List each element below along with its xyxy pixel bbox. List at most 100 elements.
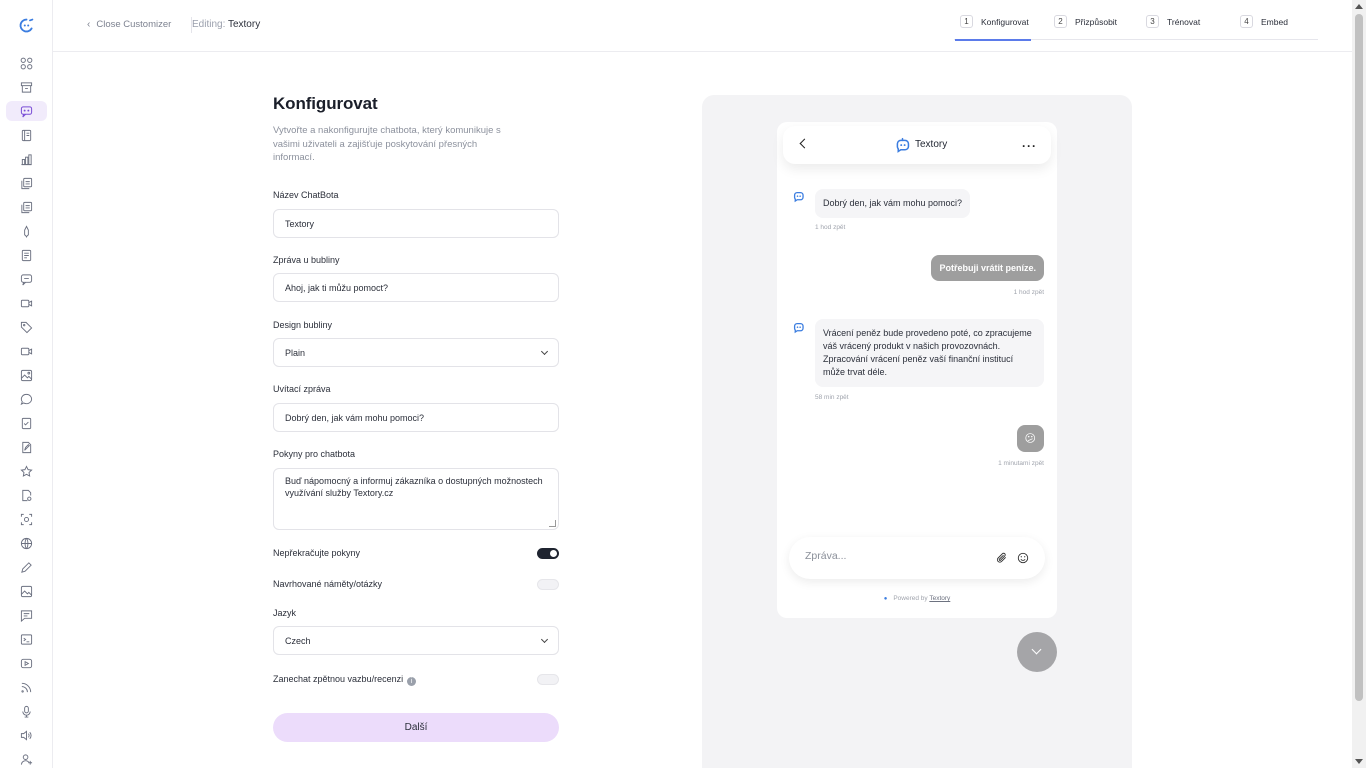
left-rail (0, 0, 53, 768)
step-konfigurovat[interactable]: 1 Konfigurovat (955, 15, 1031, 41)
rail-book-icon[interactable] (6, 125, 47, 145)
close-customizer-button[interactable]: ‹ Close Customizer (87, 19, 171, 30)
language-value: Czech (285, 636, 311, 646)
chevron-left-icon: ‹ (87, 19, 91, 30)
rail-file-edit-icon[interactable] (6, 437, 47, 457)
language-select[interactable]: Czech (273, 626, 559, 655)
rail-grid-icon[interactable] (6, 53, 47, 73)
message-time: 1 minutami zpět (998, 460, 1044, 467)
step-label: Konfigurovat (981, 17, 1029, 27)
rail-pen-icon[interactable] (6, 221, 47, 241)
next-button[interactable]: Další (273, 713, 559, 742)
top-bar: ‹ Close Customizer Editing: Textory 1 Ko… (53, 0, 1352, 52)
bot-name-input[interactable]: Textory (273, 209, 559, 238)
rail-image-icon[interactable] (6, 365, 47, 385)
instructions-text: Buď nápomocný a informuj zákazníka o dos… (285, 476, 543, 498)
bot-icon (896, 137, 910, 153)
emoji-icon[interactable] (1017, 552, 1029, 564)
close-customizer-label: Close Customizer (96, 19, 172, 30)
rail-copy-icon[interactable] (6, 173, 47, 193)
editing-indicator: Editing: Textory (192, 19, 260, 30)
rail-chat-icon[interactable] (6, 101, 47, 121)
language-label: Jazyk (273, 608, 297, 618)
message-time: 58 min zpět (815, 394, 849, 401)
suggested-questions-toggle[interactable] (537, 579, 559, 590)
bubble-message-input[interactable]: Ahoj, jak ti můžu pomoct? (273, 273, 559, 302)
rail-rss-icon[interactable] (6, 677, 47, 697)
rail-archive-icon[interactable] (6, 77, 47, 97)
configure-form: Konfigurovat Vytvořte a nakonfigurujte c… (273, 94, 559, 742)
feedback-toggle[interactable] (537, 674, 559, 685)
rail-add-user-icon[interactable] (6, 749, 47, 768)
step-number: 1 (960, 15, 973, 28)
no-exceed-label: Nepřekračujte pokyny (273, 548, 361, 558)
rail-pencil-icon[interactable] (6, 557, 47, 577)
step-trenovat[interactable]: 3 Trénovat (1146, 15, 1201, 40)
attachment-icon[interactable] (996, 552, 1008, 564)
user-message: Potřebuji vrátit peníze. (931, 255, 1044, 281)
step-number: 4 (1240, 15, 1253, 28)
message-time: 1 hod zpět (815, 224, 846, 231)
rail-video-icon[interactable] (6, 293, 47, 313)
rail-globe-icon[interactable] (6, 533, 47, 553)
chat-toggle-button[interactable] (1017, 632, 1057, 672)
rail-copy-icon-2[interactable] (6, 197, 47, 217)
chat-header: Textory ··· (783, 126, 1051, 164)
bubble-design-select[interactable]: Plain (273, 338, 559, 367)
step-label: Trénovat (1167, 17, 1201, 27)
powered-by: ● Powered by Textory (777, 595, 1057, 602)
rail-terminal-icon[interactable] (6, 629, 47, 649)
feedback-row: Zanechat zpětnou vazbu/recenzi i (273, 674, 559, 688)
rail-camera-icon[interactable] (6, 341, 47, 361)
wizard-steps: 1 Konfigurovat 2 Přizpůsobit 3 Trénovat … (954, 0, 1318, 41)
rail-play-icon[interactable] (6, 653, 47, 673)
rail-document-icon[interactable] (6, 245, 47, 265)
bubble-design-value: Plain (285, 348, 306, 358)
no-exceed-toggle[interactable] (537, 548, 559, 559)
more-options-icon[interactable]: ··· (1022, 139, 1037, 153)
rail-speaker-icon[interactable] (6, 725, 47, 745)
rail-tag-icon[interactable] (6, 317, 47, 337)
info-icon[interactable]: i (407, 677, 417, 686)
user-emoji-message: 😕 (1016, 425, 1044, 452)
bubble-message-label: Zpráva u bubliny (273, 255, 340, 265)
page-title: Konfigurovat (273, 94, 378, 113)
powered-by-prefix: Powered by (893, 595, 928, 602)
instructions-label: Pokyny pro chatbota (273, 449, 356, 459)
rail-mic-icon[interactable] (6, 701, 47, 721)
suggested-questions-label: Navrhované náměty/otázky (273, 579, 383, 589)
rail-file-settings-icon[interactable] (6, 485, 47, 505)
instructions-textarea[interactable]: Buď nápomocný a informuj zákazníka o dos… (273, 468, 559, 530)
rail-message-icon[interactable] (6, 269, 47, 289)
bubble-design-label: Design bubliny (273, 320, 333, 330)
rail-message-square-icon[interactable] (6, 605, 47, 625)
message-time: 1 hod zpět (1013, 289, 1044, 296)
scrollbar-thumb[interactable] (1355, 14, 1363, 701)
rail-comment-icon[interactable] (6, 389, 47, 409)
back-icon[interactable] (799, 138, 810, 149)
suggested-questions-row: Navrhované náměty/otázky (273, 579, 559, 593)
bot-avatar-icon (793, 191, 804, 203)
rail-scan-icon[interactable] (6, 509, 47, 529)
textory-logo-icon[interactable] (18, 17, 35, 34)
editing-name: Textory (227, 19, 261, 30)
step-prizpusobit[interactable]: 2 Přizpůsobit (1054, 15, 1117, 40)
resize-handle-icon[interactable] (549, 520, 556, 527)
message-input[interactable] (805, 550, 975, 562)
rail-bar-chart-icon[interactable] (6, 149, 47, 169)
scroll-down-icon[interactable] (1355, 759, 1363, 764)
step-embed[interactable]: 4 Embed (1240, 15, 1288, 40)
bot-message: Vrácení peněz bude provedeno poté, co zp… (815, 319, 1044, 387)
step-number: 2 (1054, 15, 1067, 28)
chat-widget: Textory ··· Dobrý den, jak vám mohu pomo… (777, 122, 1057, 618)
vertical-scrollbar[interactable] (1352, 0, 1366, 768)
scroll-up-icon[interactable] (1355, 4, 1363, 9)
rail-image-icon-2[interactable] (6, 581, 47, 601)
welcome-message-input[interactable]: Dobrý den, jak vám mohu pomoci? (273, 403, 559, 432)
rail-star-icon[interactable] (6, 461, 47, 481)
rail-file-check-icon[interactable] (6, 413, 47, 433)
chat-preview-panel: Textory ··· Dobrý den, jak vám mohu pomo… (702, 95, 1132, 768)
feedback-label: Zanechat zpětnou vazbu/recenzi (273, 674, 404, 684)
bot-avatar-icon (793, 322, 804, 334)
powered-by-link[interactable]: Textory (929, 595, 950, 602)
